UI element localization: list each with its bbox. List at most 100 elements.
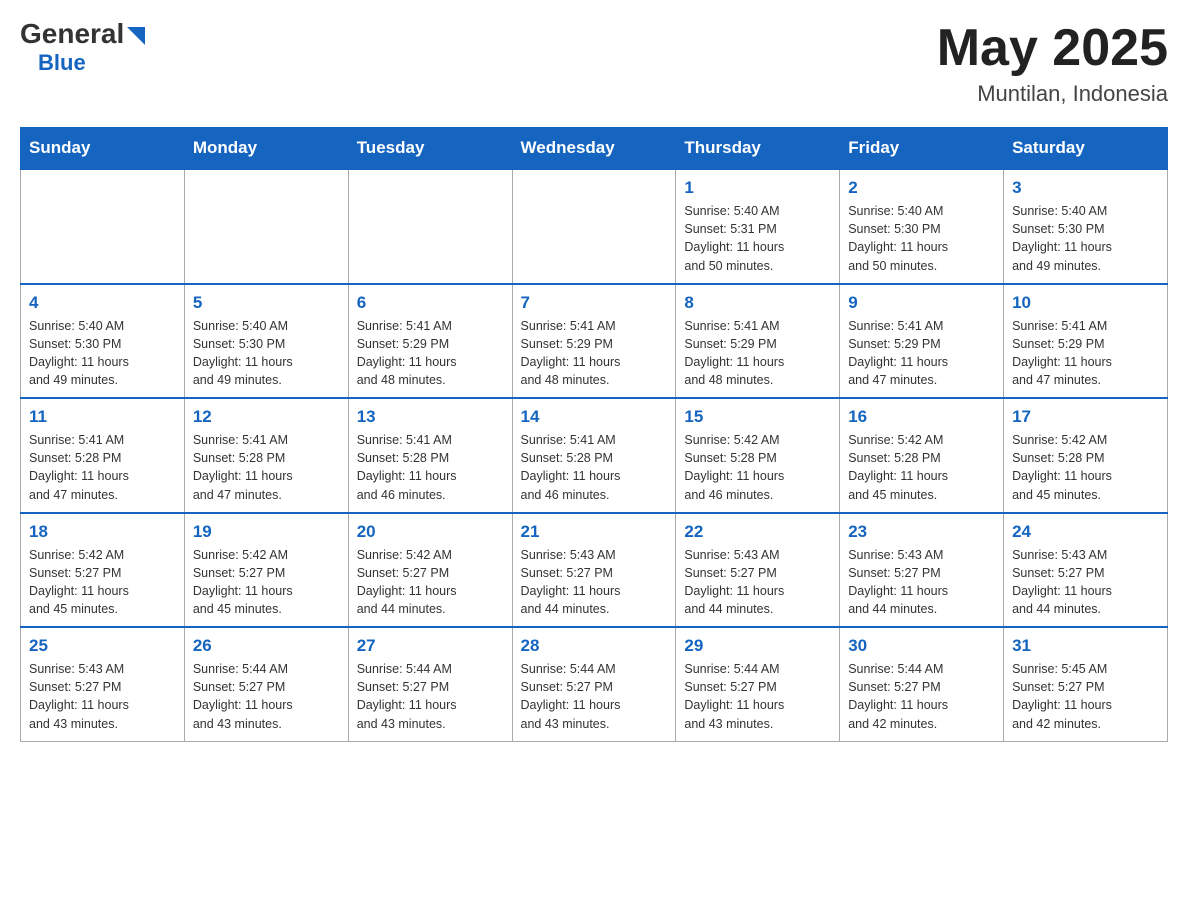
day-number: 10 bbox=[1012, 293, 1159, 313]
calendar-cell: 17 Sunrise: 5:42 AMSunset: 5:28 PMDayligh… bbox=[1004, 398, 1168, 513]
day-info: Sunrise: 5:42 AMSunset: 5:27 PMDaylight:… bbox=[29, 546, 176, 619]
calendar-cell: 13Sunrise: 5:41 AMSunset: 5:28 PMDayligh… bbox=[348, 398, 512, 513]
day-info: Sunrise: 5:40 AMSunset: 5:30 PMDaylight:… bbox=[29, 317, 176, 390]
calendar-cell: 7 Sunrise: 5:41 AMSunset: 5:29 PMDaylight… bbox=[512, 284, 676, 399]
calendar-cell: 21Sunrise: 5:43 AMSunset: 5:27 PMDayligh… bbox=[512, 513, 676, 628]
day-number: 22 bbox=[684, 522, 831, 542]
calendar-cell: 30Sunrise: 5:44 AMSunset: 5:27 PMDayligh… bbox=[840, 627, 1004, 741]
day-info: Sunrise: 5:42 AMSunset: 5:27 PMDaylight:… bbox=[357, 546, 504, 619]
calendar-cell bbox=[512, 169, 676, 284]
title-area: May 2025 Muntilan, Indonesia bbox=[937, 20, 1168, 107]
day-info: Sunrise: 5:43 AMSunset: 5:27 PMDaylight:… bbox=[848, 546, 995, 619]
day-number: 16 bbox=[848, 407, 995, 427]
header-monday: Monday bbox=[184, 128, 348, 170]
calendar-table: Sunday Monday Tuesday Wednesday Thursday… bbox=[20, 127, 1168, 742]
calendar-cell bbox=[21, 169, 185, 284]
day-number: 3 bbox=[1012, 178, 1159, 198]
day-info: Sunrise: 5:40 AMSunset: 5:30 PMDaylight:… bbox=[848, 202, 995, 275]
day-number: 14 bbox=[521, 407, 668, 427]
calendar-cell: 14 Sunrise: 5:41 AMSunset: 5:28 PMDayligh… bbox=[512, 398, 676, 513]
calendar-cell: 12 Sunrise: 5:41 AMSunset: 5:28 PMDayligh… bbox=[184, 398, 348, 513]
calendar-cell: 28 Sunrise: 5:44 AMSunset: 5:27 PMDayligh… bbox=[512, 627, 676, 741]
calendar-cell: 10 Sunrise: 5:41 AMSunset: 5:29 PMDayligh… bbox=[1004, 284, 1168, 399]
day-info: Sunrise: 5:44 AMSunset: 5:27 PMDaylight:… bbox=[521, 660, 668, 733]
calendar-cell: 20Sunrise: 5:42 AMSunset: 5:27 PMDayligh… bbox=[348, 513, 512, 628]
day-info: Sunrise: 5:43 AMSunset: 5:27 PMDaylight:… bbox=[29, 660, 176, 733]
day-info: Sunrise: 5:41 AMSunset: 5:28 PMDaylight:… bbox=[357, 431, 504, 504]
day-number: 2 bbox=[848, 178, 995, 198]
calendar-week-row-5: 25Sunrise: 5:43 AMSunset: 5:27 PMDayligh… bbox=[21, 627, 1168, 741]
calendar-cell: 26 Sunrise: 5:44 AMSunset: 5:27 PMDayligh… bbox=[184, 627, 348, 741]
day-number: 5 bbox=[193, 293, 340, 313]
day-info: Sunrise: 5:40 AMSunset: 5:30 PMDaylight:… bbox=[193, 317, 340, 390]
calendar-week-row-3: 11 Sunrise: 5:41 AMSunset: 5:28 PMDayligh… bbox=[21, 398, 1168, 513]
day-number: 8 bbox=[684, 293, 831, 313]
day-number: 19 bbox=[193, 522, 340, 542]
logo-general-text: General bbox=[20, 20, 145, 50]
day-number: 1 bbox=[684, 178, 831, 198]
day-info: Sunrise: 5:44 AMSunset: 5:27 PMDaylight:… bbox=[357, 660, 504, 733]
day-number: 12 bbox=[193, 407, 340, 427]
header-friday: Friday bbox=[840, 128, 1004, 170]
calendar-cell: 19 Sunrise: 5:42 AMSunset: 5:27 PMDayligh… bbox=[184, 513, 348, 628]
calendar-cell: 1Sunrise: 5:40 AMSunset: 5:31 PMDaylight… bbox=[676, 169, 840, 284]
day-number: 24 bbox=[1012, 522, 1159, 542]
day-info: Sunrise: 5:43 AMSunset: 5:27 PMDaylight:… bbox=[684, 546, 831, 619]
calendar-cell: 18 Sunrise: 5:42 AMSunset: 5:27 PMDayligh… bbox=[21, 513, 185, 628]
day-info: Sunrise: 5:41 AMSunset: 5:29 PMDaylight:… bbox=[848, 317, 995, 390]
calendar-cell: 29 Sunrise: 5:44 AMSunset: 5:27 PMDayligh… bbox=[676, 627, 840, 741]
calendar-cell: 11 Sunrise: 5:41 AMSunset: 5:28 PMDayligh… bbox=[21, 398, 185, 513]
day-info: Sunrise: 5:42 AMSunset: 5:28 PMDaylight:… bbox=[1012, 431, 1159, 504]
day-number: 26 bbox=[193, 636, 340, 656]
calendar-cell: 16 Sunrise: 5:42 AMSunset: 5:28 PMDayligh… bbox=[840, 398, 1004, 513]
calendar-cell: 23 Sunrise: 5:43 AMSunset: 5:27 PMDayligh… bbox=[840, 513, 1004, 628]
day-info: Sunrise: 5:41 AMSunset: 5:29 PMDaylight:… bbox=[357, 317, 504, 390]
calendar-cell: 31Sunrise: 5:45 AMSunset: 5:27 PMDayligh… bbox=[1004, 627, 1168, 741]
day-info: Sunrise: 5:42 AMSunset: 5:28 PMDaylight:… bbox=[684, 431, 831, 504]
calendar-cell: 22 Sunrise: 5:43 AMSunset: 5:27 PMDayligh… bbox=[676, 513, 840, 628]
page-header: General Blue May 2025 Muntilan, Indonesi… bbox=[20, 20, 1168, 107]
header-sunday: Sunday bbox=[21, 128, 185, 170]
calendar-cell: 15 Sunrise: 5:42 AMSunset: 5:28 PMDayligh… bbox=[676, 398, 840, 513]
day-info: Sunrise: 5:44 AMSunset: 5:27 PMDaylight:… bbox=[684, 660, 831, 733]
day-number: 23 bbox=[848, 522, 995, 542]
day-number: 27 bbox=[357, 636, 504, 656]
day-number: 9 bbox=[848, 293, 995, 313]
day-number: 17 bbox=[1012, 407, 1159, 427]
calendar-week-row-4: 18 Sunrise: 5:42 AMSunset: 5:27 PMDayligh… bbox=[21, 513, 1168, 628]
day-info: Sunrise: 5:43 AMSunset: 5:27 PMDaylight:… bbox=[521, 546, 668, 619]
logo-blue-text: Blue bbox=[38, 50, 86, 76]
calendar-cell: 4 Sunrise: 5:40 AMSunset: 5:30 PMDaylight… bbox=[21, 284, 185, 399]
day-number: 18 bbox=[29, 522, 176, 542]
header-tuesday: Tuesday bbox=[348, 128, 512, 170]
day-number: 15 bbox=[684, 407, 831, 427]
day-info: Sunrise: 5:40 AMSunset: 5:30 PMDaylight:… bbox=[1012, 202, 1159, 275]
day-number: 30 bbox=[848, 636, 995, 656]
calendar-cell: 25Sunrise: 5:43 AMSunset: 5:27 PMDayligh… bbox=[21, 627, 185, 741]
day-number: 11 bbox=[29, 407, 176, 427]
calendar-cell: 2 Sunrise: 5:40 AMSunset: 5:30 PMDaylight… bbox=[840, 169, 1004, 284]
calendar-cell: 5 Sunrise: 5:40 AMSunset: 5:30 PMDaylight… bbox=[184, 284, 348, 399]
calendar-cell bbox=[348, 169, 512, 284]
day-info: Sunrise: 5:41 AMSunset: 5:28 PMDaylight:… bbox=[29, 431, 176, 504]
day-info: Sunrise: 5:42 AMSunset: 5:27 PMDaylight:… bbox=[193, 546, 340, 619]
header-wednesday: Wednesday bbox=[512, 128, 676, 170]
day-info: Sunrise: 5:41 AMSunset: 5:29 PMDaylight:… bbox=[521, 317, 668, 390]
day-info: Sunrise: 5:42 AMSunset: 5:28 PMDaylight:… bbox=[848, 431, 995, 504]
day-number: 6 bbox=[357, 293, 504, 313]
day-number: 28 bbox=[521, 636, 668, 656]
header-saturday: Saturday bbox=[1004, 128, 1168, 170]
day-info: Sunrise: 5:41 AMSunset: 5:28 PMDaylight:… bbox=[193, 431, 340, 504]
day-number: 4 bbox=[29, 293, 176, 313]
calendar-cell: 3 Sunrise: 5:40 AMSunset: 5:30 PMDaylight… bbox=[1004, 169, 1168, 284]
day-info: Sunrise: 5:44 AMSunset: 5:27 PMDaylight:… bbox=[193, 660, 340, 733]
logo-triangle-icon bbox=[127, 22, 145, 50]
day-number: 31 bbox=[1012, 636, 1159, 656]
day-number: 7 bbox=[521, 293, 668, 313]
calendar-cell: 6 Sunrise: 5:41 AMSunset: 5:29 PMDaylight… bbox=[348, 284, 512, 399]
day-info: Sunrise: 5:41 AMSunset: 5:28 PMDaylight:… bbox=[521, 431, 668, 504]
calendar-week-row-2: 4 Sunrise: 5:40 AMSunset: 5:30 PMDaylight… bbox=[21, 284, 1168, 399]
day-info: Sunrise: 5:41 AMSunset: 5:29 PMDaylight:… bbox=[1012, 317, 1159, 390]
day-number: 29 bbox=[684, 636, 831, 656]
calendar-cell: 24Sunrise: 5:43 AMSunset: 5:27 PMDayligh… bbox=[1004, 513, 1168, 628]
